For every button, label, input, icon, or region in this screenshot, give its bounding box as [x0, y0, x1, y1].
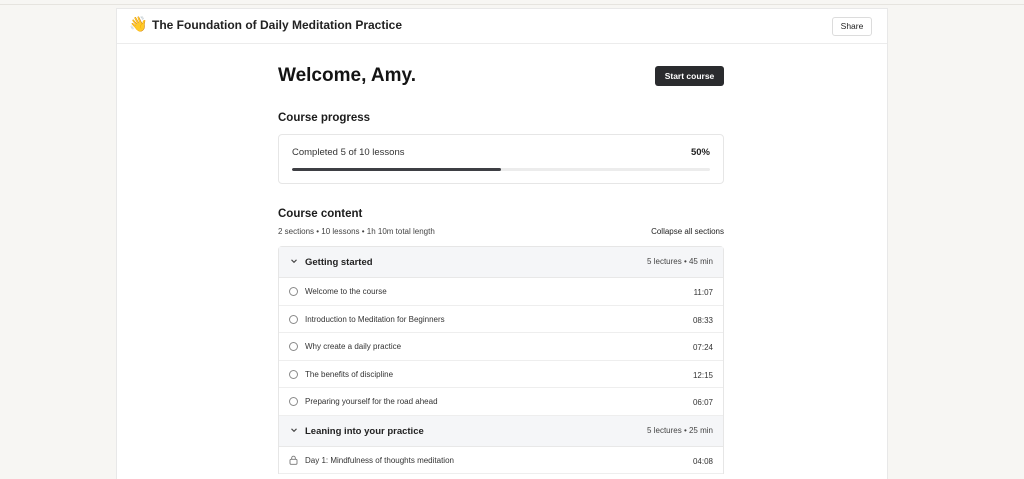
lesson-duration: 07:24	[692, 343, 713, 352]
lesson-duration: 04:08	[692, 456, 713, 466]
circle-icon	[289, 314, 298, 324]
course-content-meta: 2 sections • 10 lessons • 1h 10m total l…	[278, 227, 435, 236]
welcome-heading: Welcome, Amy.	[278, 65, 416, 86]
lesson-title: Why create a daily practice	[305, 342, 402, 351]
chevron-down-icon	[291, 427, 297, 432]
circle-icon	[289, 342, 298, 351]
share-button[interactable]: Share	[832, 17, 872, 36]
lesson-duration: 06:07	[692, 398, 713, 407]
top-bar: 👋 The Foundation of Daily Meditation Pra…	[117, 9, 887, 44]
course-panel: 👋 The Foundation of Daily Meditation Pra…	[116, 8, 888, 479]
chevron-down-icon	[291, 259, 297, 264]
progress-bar	[292, 168, 710, 171]
lesson-duration: 08:33	[692, 315, 713, 325]
lock-icon	[289, 455, 298, 465]
lesson-title: Preparing yourself for the road ahead	[305, 397, 438, 406]
start-course-button[interactable]: Start course	[655, 66, 724, 86]
course-title: The Foundation of Daily Meditation Pract…	[152, 18, 403, 32]
section-header-getting-started[interactable]: Getting started 5 lectures • 45 min	[279, 247, 723, 278]
section-meta: 5 lectures • 45 min	[647, 257, 713, 266]
waving-hand-icon: 👋	[129, 16, 148, 33]
course-progress-heading: Course progress	[278, 112, 371, 124]
lesson-row[interactable]: Welcome to the course 11:07	[279, 278, 723, 306]
circle-icon	[289, 369, 298, 379]
lesson-row[interactable]: The benefits of discipline 12:15	[279, 360, 723, 388]
lesson-title: Introduction to Meditation for Beginners	[305, 314, 445, 324]
circle-icon	[289, 287, 298, 296]
circle-icon	[289, 397, 298, 406]
lesson-row[interactable]: Preparing yourself for the road ahead 06…	[279, 388, 723, 416]
lesson-row[interactable]: Introduction to Meditation for Beginners…	[279, 305, 723, 333]
lesson-row[interactable]: Day 1: Mindfulness of thoughts meditatio…	[279, 446, 723, 474]
sections-list: Getting started 5 lectures • 45 min Welc…	[278, 246, 724, 474]
window-top-divider	[0, 4, 1024, 5]
progress-percent: 50%	[690, 147, 710, 158]
progress-summary: Completed 5 of 10 lessons	[292, 147, 405, 158]
section-header-leaning-into-your-practice[interactable]: Leaning into your practice 5 lectures • …	[279, 415, 723, 447]
progress-bar-fill	[292, 168, 501, 171]
lesson-title: Welcome to the course	[305, 287, 387, 296]
section-meta: 5 lectures • 25 min	[647, 425, 713, 435]
course-content-heading: Course content	[278, 208, 363, 220]
collapse-all-sections-link[interactable]: Collapse all sections	[651, 227, 724, 236]
progress-card: Completed 5 of 10 lessons 50%	[278, 134, 724, 184]
lesson-title: The benefits of discipline	[305, 369, 394, 379]
lesson-duration: 11:07	[693, 288, 713, 297]
section-title: Leaning into your practice	[305, 425, 424, 437]
section-title: Getting started	[305, 257, 373, 268]
lesson-duration: 12:15	[692, 370, 713, 380]
lesson-title: Day 1: Mindfulness of thoughts meditatio…	[305, 455, 454, 465]
lesson-row[interactable]: Why create a daily practice 07:24	[279, 333, 723, 361]
